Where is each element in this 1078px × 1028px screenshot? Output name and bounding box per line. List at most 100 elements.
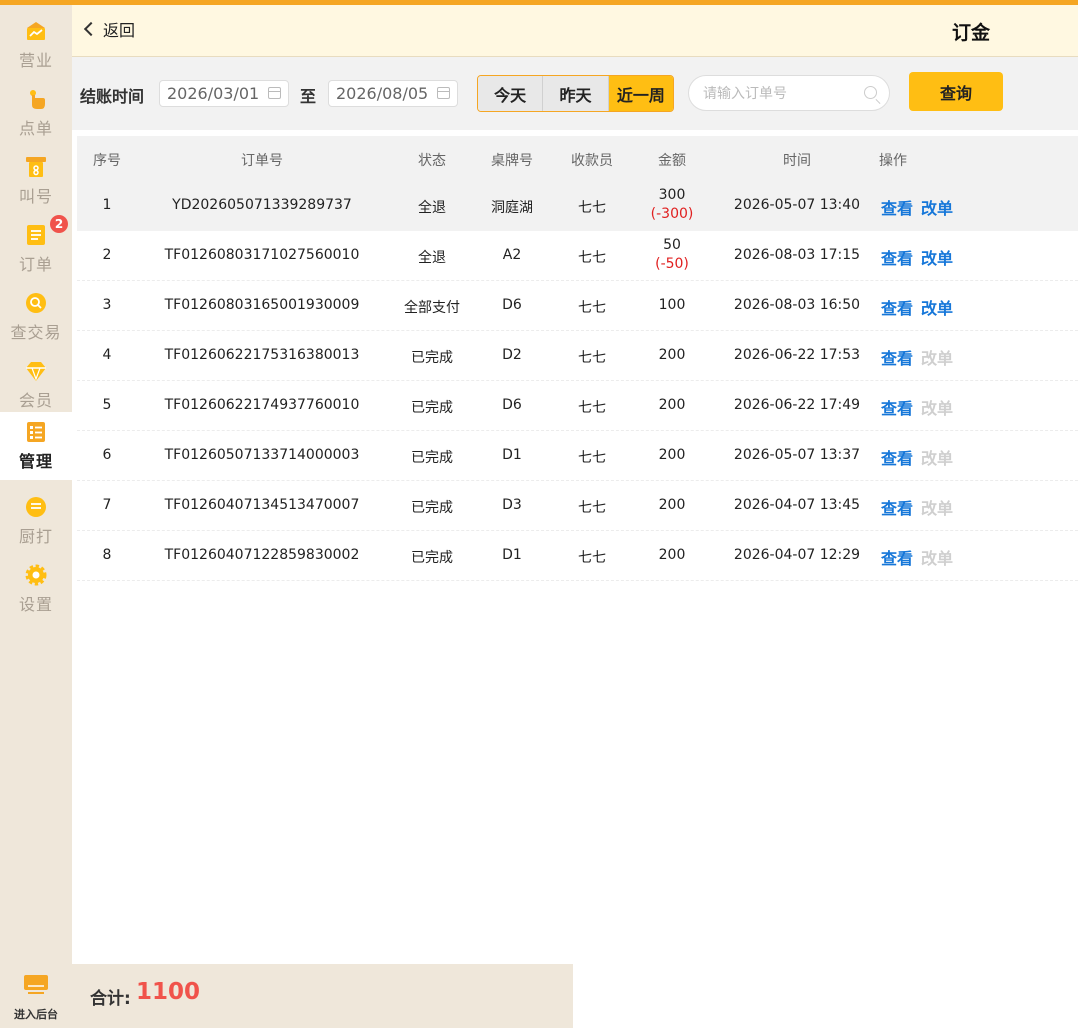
cell-amount: 200 xyxy=(659,396,686,415)
col-header-order-no: 订单号 xyxy=(241,153,283,169)
cell-status: 已完成 xyxy=(411,400,453,416)
cell-time: 2026-04-07 12:29 xyxy=(733,547,861,563)
cell-amount: 50 (-50) xyxy=(655,236,689,274)
sidebar-item-settings[interactable]: 设置 xyxy=(0,555,72,623)
filter-bar: 结账时间 2026/03/01 至 2026/08/05 今天 昨天 近一周 查… xyxy=(72,57,1078,130)
view-order-link[interactable]: 查看 xyxy=(881,245,913,269)
view-order-link[interactable]: 查看 xyxy=(881,395,913,419)
cell-cashier: 七七 xyxy=(578,400,606,416)
cell-status: 已完成 xyxy=(411,500,453,516)
calendar-icon xyxy=(437,87,450,99)
cell-table: A2 xyxy=(502,247,522,263)
cell-amount: 100 xyxy=(659,296,686,315)
member-diamond-icon xyxy=(24,359,48,383)
sidebar-item-members[interactable]: 会员 xyxy=(0,351,72,419)
cell-time: 2026-05-07 13:37 xyxy=(733,447,861,463)
total-bar: 合计: 1100 xyxy=(72,964,573,1028)
range-today-button[interactable]: 今天 xyxy=(478,76,544,111)
col-header-no: 序号 xyxy=(93,153,121,169)
cell-no: 1 xyxy=(102,197,112,213)
sidebar-item-label: 点单 xyxy=(18,119,53,138)
order-count-badge: 2 xyxy=(50,215,68,233)
table-row: 7 TF01260407134513470007 已完成 D3 七七 2026-04-07… xyxy=(77,481,1078,531)
edit-order-link: 改单 xyxy=(921,549,954,568)
cell-amount: 200 xyxy=(659,496,686,515)
shop-icon xyxy=(24,19,48,43)
sidebar-item-label: 管理 xyxy=(18,452,53,471)
sidebar-item-business[interactable]: 营业 xyxy=(0,11,72,79)
cell-table: D6 xyxy=(502,297,522,313)
edit-order-link[interactable]: 改单 xyxy=(921,245,953,269)
view-order-link[interactable]: 查看 xyxy=(881,345,913,369)
view-order-link[interactable]: 查看 xyxy=(881,195,913,219)
deposit-order-table: 序号 订单号 状态 桌牌号 收款员 金额 时间 操作 1 YD2026050713… xyxy=(77,136,1078,581)
start-date-picker[interactable]: 2026/03/01 xyxy=(159,80,289,107)
edit-order-link[interactable]: 改单 xyxy=(921,195,953,219)
amount-value: 300 xyxy=(658,187,686,203)
cell-order-no: TF01260407122859830002 xyxy=(164,547,360,563)
table-row: 1 YD202605071339289737 全退 洞庭湖 七七 2026-05-07 1… xyxy=(77,181,1078,231)
order-search-box xyxy=(688,75,890,111)
table-row: 8 TF01260407122859830002 已完成 D1 七七 2026-04-07… xyxy=(77,531,1078,581)
gear-icon xyxy=(24,563,48,587)
amount-value: 200 xyxy=(658,447,686,463)
view-order-link[interactable]: 查看 xyxy=(881,495,913,519)
cell-status: 已完成 xyxy=(411,450,453,466)
sidebar-item-label: 设置 xyxy=(18,595,53,614)
enter-backend-label: 进入后台 xyxy=(14,1008,58,1021)
back-button[interactable]: 返回 xyxy=(82,17,135,41)
enter-backend-button[interactable]: 进入后台 xyxy=(0,967,72,1028)
cell-time: 2026-04-07 13:45 xyxy=(733,497,861,513)
table-row: 6 TF01260507133714000003 已完成 D1 七七 2026-05-07… xyxy=(77,431,1078,481)
sidebar-item-label: 营业 xyxy=(18,51,53,70)
range-last-week-button[interactable]: 近一周 xyxy=(608,76,673,111)
page-title: 订金 xyxy=(952,22,991,44)
cell-time: 2026-08-03 17:15 xyxy=(733,247,861,263)
refund-value: (-300) xyxy=(650,206,694,222)
end-date-value: 2026/08/05 xyxy=(336,84,429,103)
edit-order-link[interactable]: 改单 xyxy=(921,295,953,319)
view-order-link[interactable]: 查看 xyxy=(881,545,913,569)
sidebar-item-transactions[interactable]: 查交易 xyxy=(0,283,72,351)
view-order-link[interactable]: 查看 xyxy=(881,295,913,319)
amount-value: 100 xyxy=(658,297,686,313)
view-order-link[interactable]: 查看 xyxy=(881,445,913,469)
cell-status: 已完成 xyxy=(411,550,453,566)
query-button[interactable]: 查询 xyxy=(909,72,1003,111)
sidebar-item-ordering[interactable]: 点单 xyxy=(0,79,72,147)
edit-order-link: 改单 xyxy=(921,399,954,418)
monitor-icon xyxy=(23,974,49,1000)
table-row: 3 TF01260803165001930009 全部支付 D6 七七 2026-08-0… xyxy=(77,281,1078,331)
sidebar-item-kitchen-print[interactable]: 厨打 xyxy=(0,487,72,555)
total-value: 1100 xyxy=(136,979,201,1005)
cell-order-no: TF01260407134513470007 xyxy=(164,497,360,513)
cell-amount: 200 xyxy=(659,346,686,365)
cell-no: 6 xyxy=(102,447,112,463)
cell-order-no: TF01260622174937760010 xyxy=(164,397,360,413)
cell-cashier: 七七 xyxy=(578,250,606,266)
amount-value: 50 xyxy=(663,237,681,253)
cell-no: 4 xyxy=(102,347,112,363)
search-icon[interactable] xyxy=(864,86,877,99)
order-number-input[interactable] xyxy=(703,83,853,105)
cell-cashier: 七七 xyxy=(578,500,606,516)
sidebar-item-call-number[interactable]: 叫号 xyxy=(0,147,72,215)
total-label: 合计: xyxy=(90,989,131,1009)
col-header-status: 状态 xyxy=(418,153,446,169)
cell-time: 2026-08-03 16:50 xyxy=(733,297,861,313)
sidebar-item-management[interactable]: 管理 xyxy=(0,412,72,480)
refund-value: (-50) xyxy=(655,256,689,272)
cell-no: 2 xyxy=(102,247,112,263)
cell-cashier: 七七 xyxy=(578,550,606,566)
cell-time: 2026-06-22 17:49 xyxy=(733,397,861,413)
hand-pointer-icon xyxy=(24,87,48,111)
range-yesterday-button[interactable]: 昨天 xyxy=(543,76,609,111)
sidebar-item-orders[interactable]: 订单 2 xyxy=(0,215,72,283)
cell-time: 2026-05-07 13:40 xyxy=(733,197,861,213)
cell-table: D3 xyxy=(502,497,522,513)
page-header: 返回 订金 xyxy=(72,5,1078,57)
sidebar-item-label: 查交易 xyxy=(10,323,62,342)
end-date-picker[interactable]: 2026/08/05 xyxy=(328,80,458,107)
cell-cashier: 七七 xyxy=(578,200,606,216)
cell-cashier: 七七 xyxy=(578,450,606,466)
